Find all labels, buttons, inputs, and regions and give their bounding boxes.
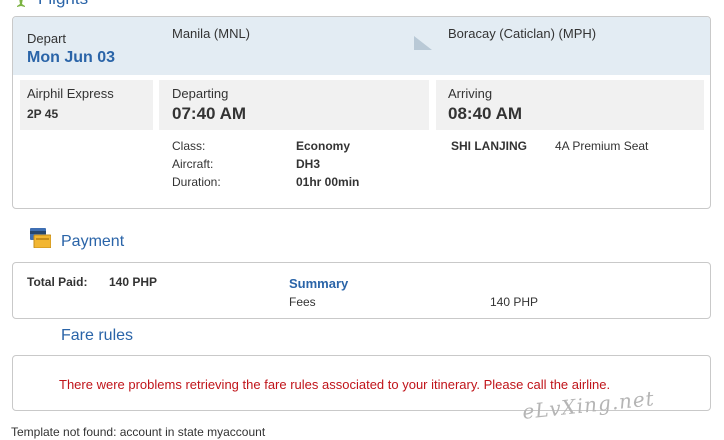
arriving-label: Arriving	[448, 86, 493, 101]
class-value: Economy	[296, 139, 351, 153]
fees-value: 140 PHP	[490, 295, 539, 309]
route-bar	[13, 17, 710, 75]
plane-icon	[10, 0, 32, 12]
payment-box	[12, 262, 711, 319]
departure-date: Mon Jun 03	[27, 49, 116, 66]
aircraft-label: Aircraft:	[172, 157, 214, 171]
origin-airport: Manila (MNL)	[172, 26, 251, 41]
duration-label: Duration:	[172, 175, 221, 189]
total-paid-label: Total Paid:	[27, 275, 88, 289]
duration-value: 01hr 00min	[296, 175, 360, 189]
departing-label: Departing	[172, 86, 229, 101]
depart-label: Depart	[27, 31, 67, 46]
class-label: Class:	[172, 139, 206, 153]
fare-rules-title: Fare rules	[61, 327, 134, 344]
route-arrow-icon	[414, 36, 432, 55]
flight-number: 2P 45	[27, 107, 59, 121]
template-error-message: Template not found: account in state mya…	[11, 425, 266, 439]
arriving-time: 08:40 AM	[448, 104, 523, 123]
fare-rules-error: There were problems retrieving the fare …	[59, 377, 611, 392]
seat-info: 4A Premium Seat	[555, 139, 649, 153]
summary-heading: Summary	[289, 276, 349, 291]
payment-title: Payment	[61, 233, 125, 250]
destination-airport: Boracay (Caticlan) (MPH)	[448, 26, 597, 41]
airline-name: Airphil Express	[27, 86, 114, 101]
flights-header: Flights	[10, 0, 88, 10]
total-paid-value: 140 PHP	[109, 275, 158, 289]
fees-label: Fees	[289, 295, 316, 309]
payment-card-icon	[30, 228, 52, 253]
departing-time: 07:40 AM	[172, 104, 247, 123]
aircraft-value: DH3	[296, 157, 321, 171]
passenger-name: SHI LANJING	[451, 139, 528, 153]
flights-title: Flights	[38, 0, 88, 9]
